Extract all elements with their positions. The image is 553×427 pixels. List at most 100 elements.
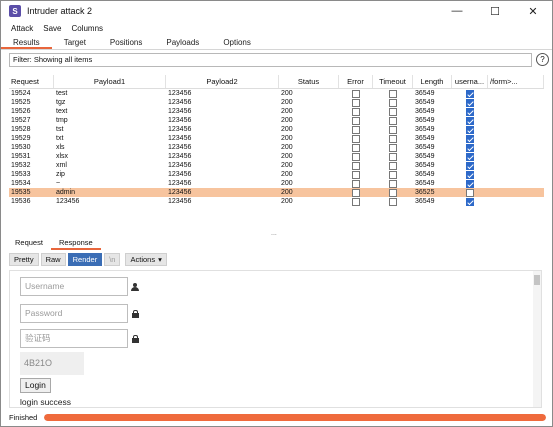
cell-length: 36549: [415, 90, 435, 97]
tab-payloads[interactable]: Payloads: [154, 36, 211, 49]
scrollbar-thumb[interactable]: [534, 275, 540, 285]
tab-results[interactable]: Results: [1, 36, 52, 49]
cell-error: [339, 116, 373, 125]
table-row[interactable]: 19534 ~123456 200 36549: [9, 179, 544, 188]
vertical-scrollbar[interactable]: [533, 271, 541, 407]
table-row[interactable]: 19525 tgz 123456 200 36549: [9, 98, 544, 107]
column-timeout[interactable]: Timeout: [373, 75, 413, 88]
cell-username-grep: [452, 116, 488, 125]
cell-length: 36549: [415, 144, 435, 151]
cell-payload2: 123456: [168, 108, 192, 115]
menu-columns[interactable]: Columns: [71, 24, 103, 33]
cell-form-grep: [488, 98, 544, 107]
cell-payload2: 123456: [168, 153, 192, 160]
column-payload2[interactable]: Payload2: [166, 75, 279, 88]
cell-timeout: [373, 143, 413, 152]
cell-username-grep: [452, 161, 488, 170]
table-row[interactable]: 19528 tst 123456 200 36549: [9, 125, 544, 134]
table-row[interactable]: 19536 123456 123456 200 36549: [9, 197, 544, 206]
cell-request: 19532: [11, 162, 31, 169]
table-row[interactable]: 19533 zip 123456 200 36549: [9, 170, 544, 179]
cell-payload2: 123456: [168, 144, 192, 151]
cell-payload1: tmp: [56, 117, 68, 124]
table-row[interactable]: 19527 tmp 123456 200 36549: [9, 116, 544, 125]
cell-payload2: 123456: [168, 180, 192, 187]
minimize-button[interactable]: —: [438, 1, 476, 21]
cell-form-grep: [488, 89, 544, 98]
cell-username-grep: [452, 152, 488, 161]
cell-error: [339, 125, 373, 134]
menu-attack[interactable]: Attack: [11, 24, 33, 33]
captcha-field[interactable]: 验证码: [20, 329, 128, 348]
table-row[interactable]: 19526 text 123456 200 36549: [9, 107, 544, 116]
cell-request: 19525: [11, 99, 31, 106]
cell-length: 36525: [415, 189, 435, 196]
grep-match-checkbox: [466, 161, 474, 170]
cell-request: 19529: [11, 135, 31, 142]
cell-status: 200: [281, 171, 293, 178]
menu-save[interactable]: Save: [43, 24, 61, 33]
pane-splitter[interactable]: ...: [271, 230, 277, 237]
column-request[interactable]: Request: [9, 75, 54, 88]
lock-icon: [131, 310, 139, 318]
table-row[interactable]: 19535 admin 123456 200 36525: [9, 188, 544, 197]
cell-timeout: [373, 161, 413, 170]
error-checkbox: [352, 188, 360, 197]
column-username-grep[interactable]: userna...: [452, 75, 488, 88]
message-tabs: Request Response: [1, 237, 552, 250]
column-payload1[interactable]: Payload1: [54, 75, 166, 88]
newline-button[interactable]: \n: [104, 253, 121, 266]
filter-bar[interactable]: Filter: Showing all items: [9, 53, 532, 67]
grep-match-checkbox: [466, 143, 474, 152]
title-bar[interactable]: S Intruder attack 2 — ☐ ✕: [1, 1, 552, 21]
cell-timeout: [373, 188, 413, 197]
results-table: Request Payload1 Payload2 Status Error T…: [9, 75, 544, 229]
help-icon[interactable]: ?: [536, 53, 549, 66]
status-text: Finished: [9, 413, 38, 422]
maximize-button[interactable]: ☐: [476, 1, 514, 21]
raw-button[interactable]: Raw: [40, 253, 66, 266]
table-row[interactable]: 19529 txt 123456 200 36549: [9, 134, 544, 143]
cell-length: 36549: [415, 135, 435, 142]
actions-button[interactable]: Actions ▾: [125, 253, 167, 266]
tab-positions[interactable]: Positions: [98, 36, 154, 49]
column-error[interactable]: Error: [339, 75, 373, 88]
tab-request[interactable]: Request: [7, 237, 51, 250]
table-row[interactable]: 19530 xls 123456 200 36549: [9, 143, 544, 152]
cell-status: 200: [281, 180, 293, 187]
table-row[interactable]: 19531 xlsx 123456 200 36549: [9, 152, 544, 161]
pretty-button[interactable]: Pretty: [9, 253, 39, 266]
cell-error: [339, 143, 373, 152]
cell-payload1: 123456: [56, 198, 80, 205]
cell-status: 200: [281, 144, 293, 151]
close-button[interactable]: ✕: [514, 1, 552, 21]
timeout-checkbox: [389, 107, 397, 116]
grep-match-checkbox: [466, 197, 474, 206]
column-form-grep[interactable]: /form>...: [488, 75, 544, 88]
table-row[interactable]: 19524 test 123456 200 36549: [9, 89, 544, 98]
captcha-image[interactable]: 4B21O: [20, 352, 84, 375]
window-controls: — ☐ ✕: [438, 1, 552, 21]
column-status[interactable]: Status: [279, 75, 339, 88]
tab-response[interactable]: Response: [50, 237, 101, 250]
column-length[interactable]: Length: [413, 75, 452, 88]
cell-request: 19526: [11, 108, 31, 115]
cell-timeout: [373, 125, 413, 134]
cell-status: 200: [281, 108, 293, 115]
cell-payload1: zip: [56, 171, 65, 178]
tab-target[interactable]: Target: [52, 36, 98, 49]
login-button[interactable]: Login: [20, 378, 51, 393]
timeout-checkbox: [389, 98, 397, 107]
password-field[interactable]: Password: [20, 304, 128, 323]
username-field[interactable]: Username: [20, 277, 128, 296]
cell-timeout: [373, 179, 413, 188]
tab-options[interactable]: Options: [211, 36, 263, 49]
cell-status: 200: [281, 135, 293, 142]
cell-form-grep: [488, 161, 544, 170]
timeout-checkbox: [389, 170, 397, 179]
grep-match-checkbox: [466, 152, 474, 161]
timeout-checkbox: [389, 89, 397, 98]
table-row[interactable]: 19532 xml 123456 200 36549: [9, 161, 544, 170]
render-button[interactable]: Render: [67, 253, 103, 266]
cell-length: 36549: [415, 117, 435, 124]
